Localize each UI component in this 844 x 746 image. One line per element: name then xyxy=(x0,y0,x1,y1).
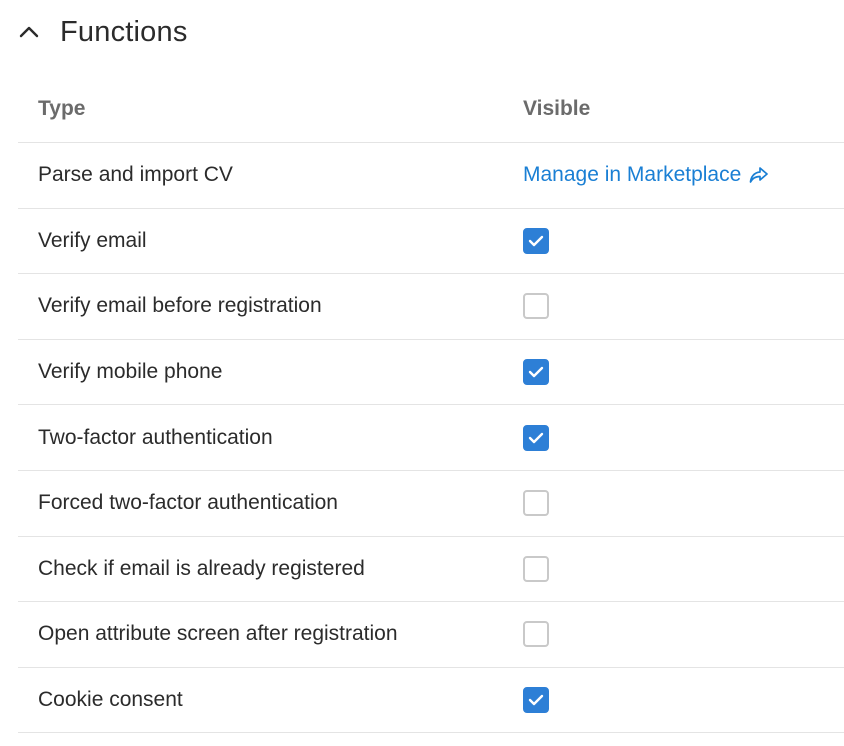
row-label: Forced two-factor authentication xyxy=(38,491,338,515)
table-row-verify-mobile-phone: Verify mobile phone xyxy=(18,340,844,406)
row-label: Check if email is already registered xyxy=(38,556,365,580)
chevron-up-icon[interactable] xyxy=(18,21,40,43)
row-label: Verify email xyxy=(38,228,147,252)
manage-in-marketplace-link[interactable]: Manage in Marketplace xyxy=(523,163,769,187)
table-row-check-email-registered: Check if email is already registered xyxy=(18,537,844,603)
table-row-parse-cv: Parse and import CV Manage in Marketplac… xyxy=(18,143,844,209)
check-icon xyxy=(528,366,544,378)
functions-table: Type Visible Parse and import CV Manage … xyxy=(18,76,844,734)
table-row-open-attribute-screen: Open attribute screen after registration xyxy=(18,602,844,668)
section-header-functions[interactable]: Functions xyxy=(18,10,188,54)
section-title: Functions xyxy=(60,15,188,48)
table-row-two-factor-authentication: Two-factor authentication xyxy=(18,405,844,471)
table-row-cookie-consent: Cookie consent xyxy=(18,668,844,734)
check-icon xyxy=(528,432,544,443)
check-icon xyxy=(528,235,544,247)
visible-checkbox[interactable] xyxy=(523,424,549,451)
row-label: Two-factor authentication xyxy=(38,425,273,449)
link-label: Manage in Marketplace xyxy=(523,163,742,187)
visible-checkbox[interactable] xyxy=(523,293,549,320)
row-label: Verify email before registration xyxy=(38,294,322,318)
visible-checkbox[interactable] xyxy=(523,555,549,582)
visible-checkbox[interactable] xyxy=(523,490,549,517)
table-row-verify-email-before-registration: Verify email before registration xyxy=(18,274,844,340)
visible-checkbox[interactable] xyxy=(523,359,549,386)
row-label: Open attribute screen after registration xyxy=(38,622,398,646)
table-header: Type Visible xyxy=(18,76,844,143)
share-icon xyxy=(749,166,769,184)
column-header-type: Type xyxy=(38,97,86,120)
visible-checkbox[interactable] xyxy=(523,687,549,714)
row-label: Parse and import CV xyxy=(38,163,233,187)
row-label: Cookie consent xyxy=(38,688,183,712)
table-row-verify-email: Verify email xyxy=(18,209,844,275)
visible-checkbox[interactable] xyxy=(523,227,549,254)
column-header-visible: Visible xyxy=(523,97,591,120)
row-label: Verify mobile phone xyxy=(38,360,223,384)
visible-checkbox[interactable] xyxy=(523,621,549,648)
check-icon xyxy=(528,694,544,706)
table-row-forced-two-factor-authentication: Forced two-factor authentication xyxy=(18,471,844,537)
